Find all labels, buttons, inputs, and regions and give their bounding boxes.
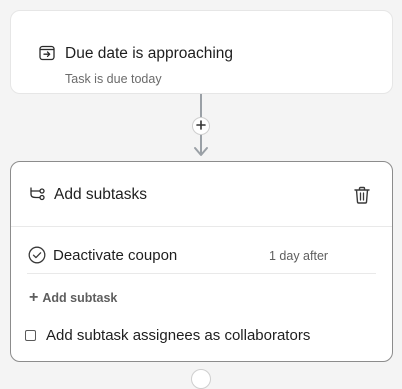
action-card[interactable]: Add subtasks Deactivate coupon 1 day aft… (10, 161, 393, 362)
add-subtask-button[interactable]: + Add subtask (29, 289, 117, 307)
add-subtask-label: Add subtask (42, 291, 118, 305)
subtasks-branch-icon (28, 186, 46, 204)
calendar-arrow-icon (38, 44, 56, 62)
add-step-button[interactable] (192, 117, 210, 135)
subtask-timing[interactable]: 1 day after (269, 249, 328, 263)
next-step-node[interactable] (191, 369, 211, 389)
header-divider (11, 226, 392, 227)
trash-icon (351, 186, 373, 210)
trigger-subtitle: Task is due today (65, 72, 162, 86)
subtask-divider (27, 273, 376, 274)
plus-icon: + (29, 289, 39, 306)
collaborators-checkbox[interactable] (25, 330, 36, 341)
check-circle-icon[interactable] (28, 246, 46, 264)
collaborators-checkbox-label[interactable]: Add subtask assignees as collaborators (46, 327, 310, 344)
delete-action-button[interactable] (351, 184, 373, 206)
trigger-card[interactable]: Due date is approaching Task is due toda… (10, 10, 393, 94)
subtask-name[interactable]: Deactivate coupon (53, 247, 177, 264)
plus-icon (196, 117, 206, 135)
connector-line-top (200, 94, 202, 117)
trigger-title: Due date is approaching (65, 45, 234, 62)
action-title: Add subtasks (54, 186, 148, 203)
arrow-down-icon (193, 141, 209, 162)
